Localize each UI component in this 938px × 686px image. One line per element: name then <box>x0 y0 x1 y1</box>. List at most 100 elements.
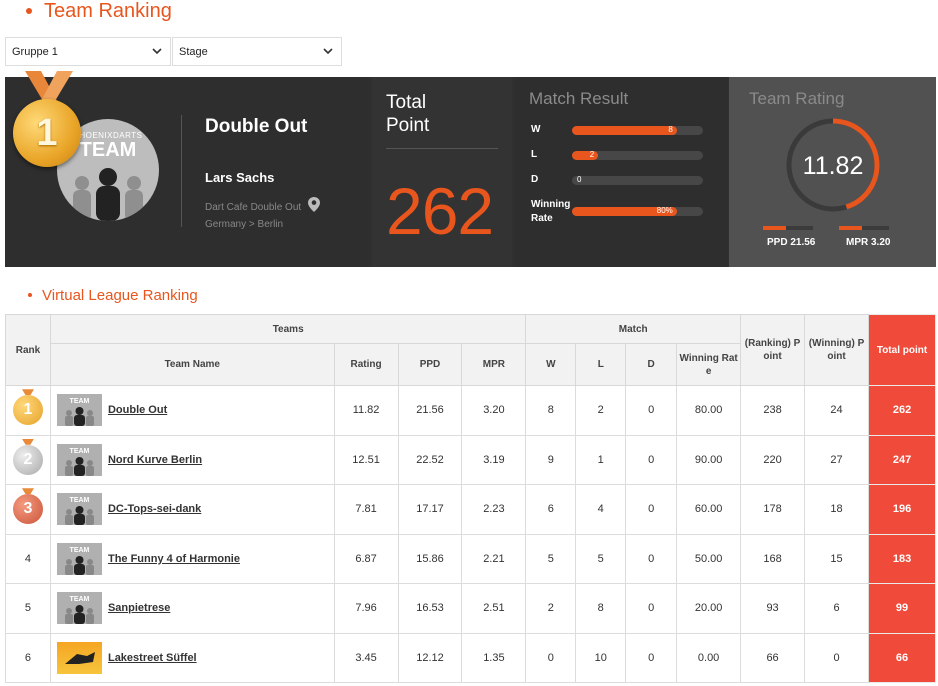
page-title-text: Team Ranking <box>44 0 172 22</box>
header-rank: Rank <box>5 314 51 386</box>
team-cell: TEAM The Funny 4 of Harmonie <box>49 533 335 584</box>
bronze-medal-icon: 3 <box>12 494 43 525</box>
team-cell: Lakestreet Süffel <box>49 632 335 683</box>
team-rating-block: Team Rating 11.82 PPD 21.56 MPR 3.20 <box>729 77 936 267</box>
ranking-point-cell: 168 <box>740 533 806 584</box>
d-cell: 0 <box>625 583 678 634</box>
stage-select[interactable]: Stage <box>172 37 342 66</box>
total-point-cell: 196 <box>868 484 936 535</box>
team-link[interactable]: DC-Tops-sei-dank <box>108 503 201 515</box>
team-thumbnail: TEAM <box>56 592 102 625</box>
rank-cell: 2 <box>5 434 51 485</box>
header-team-name: Team Name <box>49 343 335 386</box>
venue-name: Dart Cafe Double Out <box>205 202 302 213</box>
rank-cell: 3 <box>5 484 51 535</box>
mpr-label: MPR 3.20 <box>846 237 891 248</box>
team-link[interactable]: Sanpietrese <box>108 602 170 614</box>
table-row: 2 TEAM Nord Kurve Berlin 12.51 22.52 3.19 9 1 0 9… <box>5 434 936 485</box>
ppd-bar <box>763 226 813 230</box>
loss-label: L <box>531 149 538 160</box>
rank-number: 5 <box>24 602 32 615</box>
ppd-cell: 22.52 <box>397 434 463 485</box>
divider <box>181 115 182 227</box>
winning-point-cell: 6 <box>804 583 870 634</box>
rank-number: 6 <box>24 651 32 664</box>
winning-point-cell: 27 <box>804 434 870 485</box>
chevron-down-icon <box>323 48 333 55</box>
team-link[interactable]: The Funny 4 of Harmonie <box>108 553 240 565</box>
d-cell: 0 <box>625 632 678 683</box>
location-pin-icon <box>307 197 320 212</box>
ppd-cell: 15.86 <box>397 533 463 584</box>
d-cell: 0 <box>625 484 678 535</box>
captain-name: Lars Sachs <box>205 170 275 185</box>
rank-cell: 5 <box>5 583 51 634</box>
loss-bar-value: 2 <box>589 150 595 159</box>
total-point-cell: 66 <box>868 632 936 683</box>
l-cell: 5 <box>575 533 627 584</box>
total-point-cell: 262 <box>868 385 936 436</box>
draw-bar: 0 <box>572 175 703 185</box>
bullet-dot <box>28 293 32 297</box>
venue-location: Germany > Berlin <box>205 219 284 230</box>
team-cell: TEAM Sanpietrese <box>49 583 335 634</box>
team-link[interactable]: Double Out <box>108 404 167 416</box>
section-title: Virtual League Ranking <box>28 284 198 306</box>
mpr-cell: 3.19 <box>461 434 527 485</box>
rank-cell: 6 <box>5 632 51 683</box>
w-cell: 8 <box>525 385 577 436</box>
team-link[interactable]: Nord Kurve Berlin <box>108 454 202 466</box>
gold-medal-icon: 1 <box>13 99 81 167</box>
rating-cell: 12.51 <box>333 434 399 485</box>
team-thumbnail: TEAM <box>56 443 102 476</box>
team-link[interactable]: Lakestreet Süffel <box>108 652 197 664</box>
ppd-cell: 17.17 <box>397 484 463 535</box>
ppd-cell: 21.56 <box>397 385 463 436</box>
ranking-point-cell: 220 <box>740 434 806 485</box>
bullet-dot <box>26 8 32 14</box>
header-winning-point: (Winning) P oint <box>804 314 870 386</box>
chevron-down-icon <box>152 48 162 55</box>
team-name: Double Out <box>205 116 308 137</box>
ppd-cell: 12.12 <box>397 632 463 683</box>
winning-rate-cell: 50.00 <box>676 533 742 584</box>
team-summary-panel: PHOENIXDARTS TEAM 1 Double Out Lars Sach… <box>5 71 936 267</box>
table-row: 1 TEAM Double Out 11.82 21.56 3.20 8 2 0 80.00 238… <box>5 385 936 436</box>
win-bar-value: 8 <box>668 125 673 134</box>
winning-point-cell: 15 <box>804 533 870 584</box>
header-match: Match <box>525 314 742 344</box>
total-point-label: Total Point <box>386 92 430 136</box>
silhouette-icon <box>73 168 143 221</box>
team-cell: TEAM DC-Tops-sei-dank <box>49 484 335 535</box>
l-cell: 8 <box>575 583 627 634</box>
team-thumbnail: TEAM <box>56 394 102 427</box>
page-title: Team Ranking <box>26 0 172 22</box>
winning-rate-cell: 60.00 <box>676 484 742 535</box>
group-select-value: Gruppe 1 <box>12 45 58 58</box>
w-cell: 5 <box>525 533 577 584</box>
gold-medal-icon: 1 <box>12 395 43 426</box>
group-select[interactable]: Gruppe 1 <box>5 37 171 66</box>
l-cell: 2 <box>575 385 627 436</box>
header-ranking-point: (Ranking) P oint <box>740 314 806 386</box>
divider <box>386 148 498 149</box>
winning-rate-value: 80% <box>656 206 673 215</box>
header-l: L <box>575 343 627 386</box>
team-rating-title: Team Rating <box>749 89 845 108</box>
winning-point-cell: 24 <box>804 385 870 436</box>
mpr-cell: 2.51 <box>461 583 527 634</box>
mpr-cell: 2.23 <box>461 484 527 535</box>
winning-rate-label: Winning Rate <box>531 199 571 224</box>
l-cell: 1 <box>575 434 627 485</box>
silver-medal-icon: 2 <box>12 444 43 475</box>
draw-bar-value: 0 <box>577 175 582 184</box>
mpr-cell: 2.21 <box>461 533 527 584</box>
rating-cell: 3.45 <box>333 632 399 683</box>
ppd-label: PPD 21.56 <box>767 237 816 248</box>
d-cell: 0 <box>625 533 678 584</box>
rating-cell: 11.82 <box>333 385 399 436</box>
rating-cell: 6.87 <box>333 533 399 584</box>
winning-rate-cell: 0.00 <box>676 632 742 683</box>
header-total-point: Total point <box>868 314 936 386</box>
match-result-block: Match Result W 8 L 2 D 0 Winning Rate 80% <box>514 77 728 267</box>
